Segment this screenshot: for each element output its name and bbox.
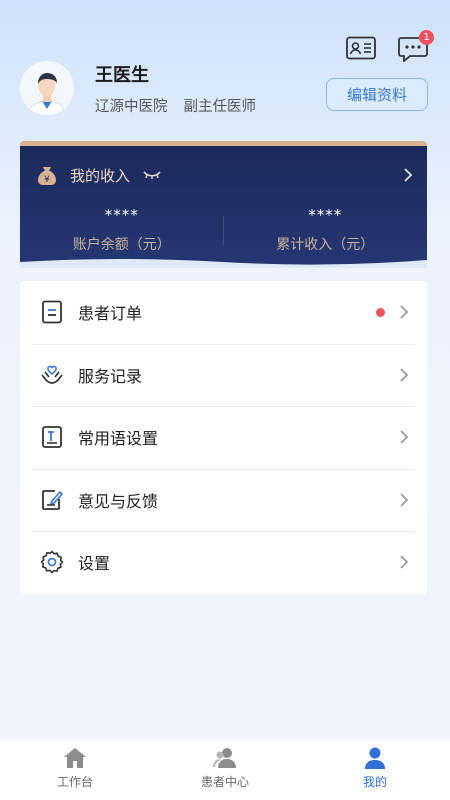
balance-value: **** [104,206,139,224]
tab-label: 工作台 [56,775,93,789]
chevron-right-icon[interactable] [403,167,413,183]
unread-dot [376,307,385,317]
balance-label: 账户余额（元） [72,237,171,253]
income-card[interactable]: ¥ 我的收入 **** 账户余额（元） **** 累计收入（元） [20,141,427,268]
chevron-right-icon [400,493,409,507]
income-title: 我的收入 [70,166,131,185]
tab-patient-center[interactable]: 患者中心 [150,739,300,800]
bottom-tab-bar: 工作台 患者中心 我的 [0,738,450,800]
menu-item-phrase-settings[interactable]: 常用语设置 [20,406,427,469]
doctor-name: 王医生 [95,64,149,86]
person-icon [365,747,385,769]
total-income-label: 累计收入（元） [276,237,375,253]
svg-text:¥: ¥ [44,175,50,185]
eye-closed-icon[interactable] [142,170,162,180]
chevron-right-icon [400,305,409,319]
patients-icon [213,748,236,768]
feedback-edit-icon [42,489,64,510]
total-income-block[interactable]: **** 累计收入（元） [224,206,428,254]
hands-heart-icon [41,365,63,384]
menu-item-settings[interactable]: 设置 [20,531,427,594]
menu-label: 患者订单 [78,304,143,324]
total-income-value: **** [308,206,343,224]
gear-icon [40,550,64,574]
tab-mine[interactable]: 我的 [300,739,450,800]
chevron-right-icon [400,368,409,382]
message-count-badge: 1 [419,30,434,45]
menu-label: 设置 [78,554,111,574]
document-icon [42,300,62,324]
doctor-title: 副主任医师 [183,98,257,115]
menu-label: 常用语设置 [78,429,159,449]
hospital-name: 辽源中医院 [95,98,168,115]
menu-item-feedback[interactable]: 意见与反馈 [20,468,427,532]
tab-label: 患者中心 [200,775,249,789]
menu-label: 服务记录 [78,366,143,386]
card-wave-decoration [20,259,427,268]
profile-section: 王医生 辽源中医院 副主任医师 编辑资料 [20,58,428,118]
doctor-avatar-icon [20,61,74,115]
menu-label: 意见与反馈 [78,491,159,511]
home-icon [64,748,86,768]
chevron-right-icon [400,555,409,569]
settings-menu: 患者订单 服务记录 常用语设置 意见与反馈 设置 [20,281,427,594]
avatar[interactable] [20,61,74,115]
menu-item-patient-orders[interactable]: 患者订单 [20,281,427,344]
menu-item-service-records[interactable]: 服务记录 [20,343,427,407]
edit-profile-button[interactable]: 编辑资料 [326,78,428,111]
tab-label: 我的 [362,775,387,789]
text-template-icon [42,426,62,449]
id-card-icon [346,36,376,60]
tab-workbench[interactable]: 工作台 [0,739,150,800]
balance-block[interactable]: **** 账户余额（元） [20,206,224,254]
chevron-right-icon [400,430,409,444]
money-bag-icon: ¥ [38,167,56,185]
